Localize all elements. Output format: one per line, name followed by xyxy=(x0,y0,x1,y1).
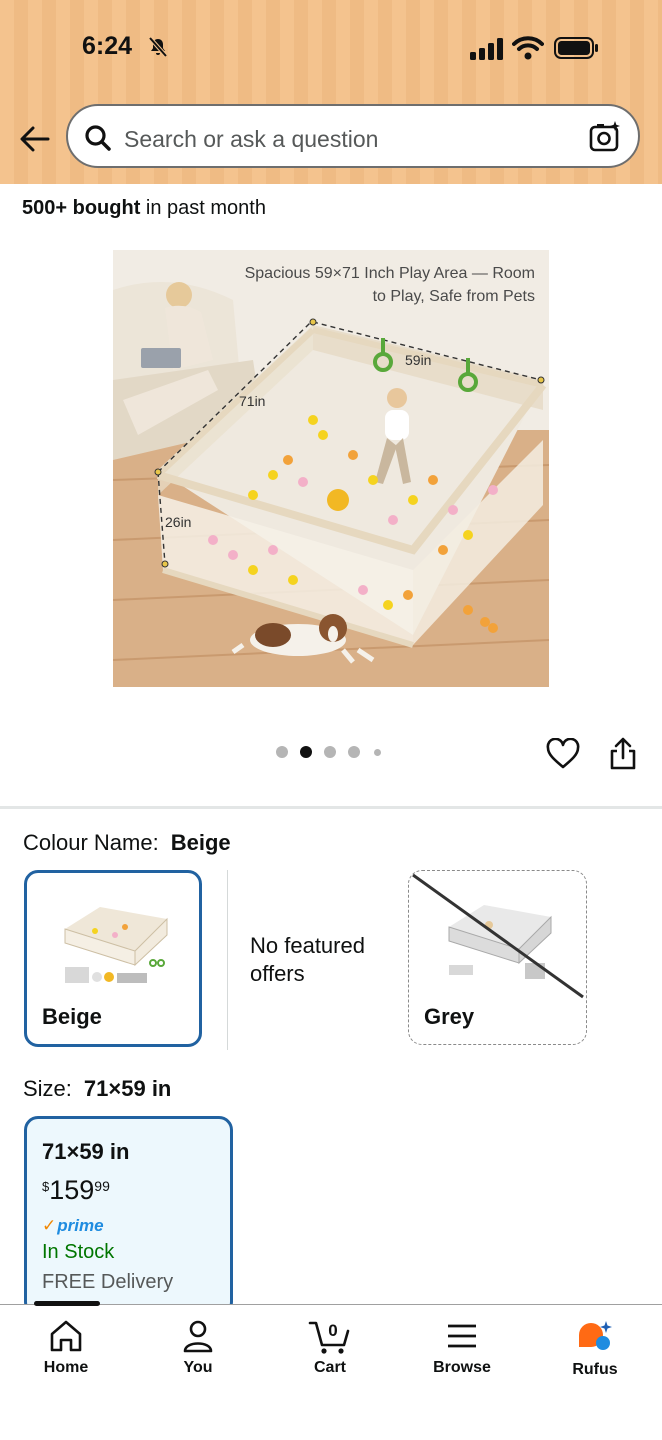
product-image[interactable]: 59in 71in 26in Spacious 59×71 Inch Play … xyxy=(113,250,549,687)
size-option-title: 71×59 in xyxy=(42,1139,130,1164)
swatch-label-grey: Grey xyxy=(424,1004,475,1029)
playpen-illustration: 59in 71in 26in xyxy=(113,250,549,687)
size-option-card[interactable]: 71×59 in $15999 ✓prime In Stock FREE Del… xyxy=(24,1116,233,1316)
top-header: 6:24 Search or ask a question xyxy=(0,0,662,184)
colour-option-grey[interactable]: Grey xyxy=(408,870,587,1045)
cell-signal-icon xyxy=(470,38,503,60)
bell-muted-icon xyxy=(148,36,168,58)
menu-icon xyxy=(448,1324,476,1348)
section-divider xyxy=(0,806,662,809)
nav-cart[interactable]: 0 Cart xyxy=(280,1319,380,1389)
carousel-dot-active[interactable] xyxy=(300,746,312,758)
share-icon[interactable] xyxy=(608,736,638,772)
colour-name-label: Colour Name: Beige xyxy=(23,830,231,855)
stock-status: In Stock xyxy=(42,1241,115,1263)
nav-you[interactable]: You xyxy=(148,1319,248,1389)
beige-playpen-thumbnail xyxy=(64,907,168,983)
back-arrow-icon[interactable] xyxy=(18,124,52,154)
heart-icon[interactable] xyxy=(546,738,580,770)
search-bar[interactable]: Search or ask a question xyxy=(66,104,640,168)
camera-search-icon[interactable] xyxy=(588,120,622,154)
carousel-dot[interactable] xyxy=(324,746,336,758)
prime-badge: ✓prime xyxy=(42,1216,104,1235)
image-caption: Spacious 59×71 Inch Play Area — Room to … xyxy=(244,265,535,305)
bottom-nav: Home You 0 Cart Browse Rufus xyxy=(0,1301,662,1440)
rufus-icon xyxy=(579,1321,612,1350)
nav-active-indicator xyxy=(34,1301,100,1306)
delivery-info: FREE Delivery xyxy=(42,1271,174,1293)
status-time: 6:24 xyxy=(82,32,133,60)
dim-width-label: 59in xyxy=(405,352,431,368)
price: $15999 xyxy=(42,1175,110,1205)
prime-check-icon: ✓ xyxy=(42,1216,57,1235)
colour-option-beige[interactable]: Beige xyxy=(24,870,202,1047)
wifi-icon xyxy=(512,36,544,60)
battery-icon xyxy=(554,37,598,59)
cart-icon: 0 xyxy=(308,1321,350,1354)
nav-home[interactable]: Home xyxy=(16,1319,116,1389)
carousel-dot[interactable] xyxy=(276,746,288,758)
size-label: Size: 71×59 in xyxy=(23,1076,172,1101)
nav-browse[interactable]: Browse xyxy=(412,1319,512,1389)
swatch-divider xyxy=(227,870,228,1050)
dim-depth-label: 71in xyxy=(239,393,265,409)
search-icon xyxy=(85,125,111,151)
size-selected-value: 71×59 in xyxy=(83,1076,172,1101)
carousel-dot[interactable] xyxy=(348,746,360,758)
dim-height-label: 26in xyxy=(165,514,191,530)
home-icon xyxy=(50,1320,82,1352)
colour-selected-value: Beige xyxy=(170,830,231,855)
carousel-dot[interactable] xyxy=(374,749,381,756)
bought-count: 500+ bought in past month xyxy=(22,197,266,219)
cart-count-badge: 0 xyxy=(328,1321,337,1340)
no-featured-offers-text: No featured offers xyxy=(250,933,365,986)
swatch-label-beige: Beige xyxy=(42,1004,102,1029)
search-input[interactable]: Search or ask a question xyxy=(124,126,378,153)
nav-rufus[interactable]: Rufus xyxy=(545,1319,645,1389)
person-icon xyxy=(183,1320,213,1353)
